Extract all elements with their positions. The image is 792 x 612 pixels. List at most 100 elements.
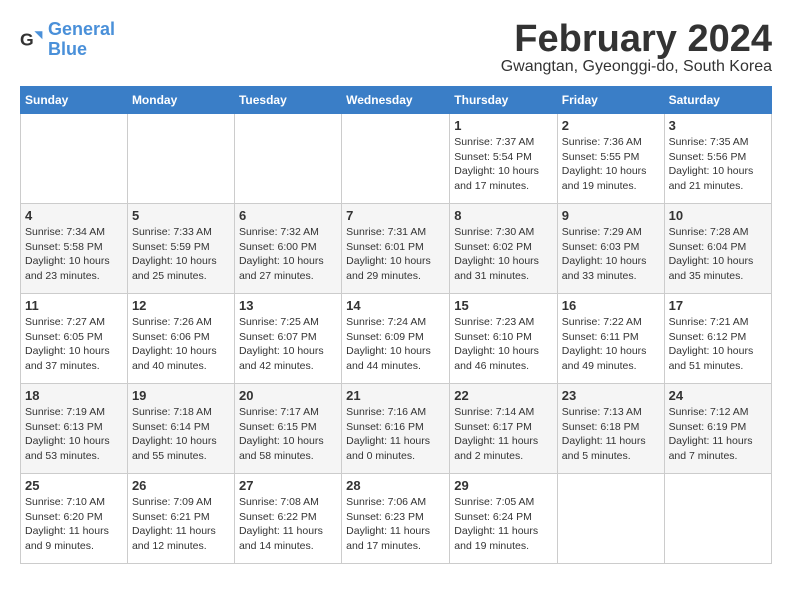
day-info: Sunrise: 7:25 AM Sunset: 6:07 PM Dayligh…: [239, 315, 337, 374]
day-info: Sunrise: 7:34 AM Sunset: 5:58 PM Dayligh…: [25, 225, 123, 284]
day-info: Sunrise: 7:28 AM Sunset: 6:04 PM Dayligh…: [669, 225, 767, 284]
day-number: 24: [669, 388, 767, 403]
calendar-week-row: 4 Sunrise: 7:34 AM Sunset: 5:58 PM Daylig…: [21, 204, 772, 294]
day-number: 25: [25, 478, 123, 493]
day-number: 2: [562, 118, 660, 133]
weekday-header-tuesday: Tuesday: [234, 87, 341, 114]
day-number: 26: [132, 478, 230, 493]
day-info: Sunrise: 7:13 AM Sunset: 6:18 PM Dayligh…: [562, 405, 660, 464]
day-number: 7: [346, 208, 445, 223]
logo: G General Blue: [20, 20, 115, 60]
weekday-header-friday: Friday: [557, 87, 664, 114]
day-info: Sunrise: 7:27 AM Sunset: 6:05 PM Dayligh…: [25, 315, 123, 374]
calendar-cell: 9 Sunrise: 7:29 AM Sunset: 6:03 PM Daylig…: [557, 204, 664, 294]
month-year-title: February 2024: [501, 20, 772, 58]
day-info: Sunrise: 7:05 AM Sunset: 6:24 PM Dayligh…: [454, 495, 553, 554]
calendar-cell: 15 Sunrise: 7:23 AM Sunset: 6:10 PM Dayli…: [450, 294, 558, 384]
day-number: 28: [346, 478, 445, 493]
day-number: 18: [25, 388, 123, 403]
day-info: Sunrise: 7:24 AM Sunset: 6:09 PM Dayligh…: [346, 315, 445, 374]
day-number: 19: [132, 388, 230, 403]
logo-blue: Blue: [48, 39, 87, 59]
calendar-cell: 5 Sunrise: 7:33 AM Sunset: 5:59 PM Daylig…: [127, 204, 234, 294]
weekday-header-monday: Monday: [127, 87, 234, 114]
day-info: Sunrise: 7:37 AM Sunset: 5:54 PM Dayligh…: [454, 135, 553, 194]
logo-icon: G: [20, 28, 44, 52]
calendar-cell: 16Sunrise: 7:22 AM Sunset: 6:11 PM Dayli…: [557, 294, 664, 384]
day-info: Sunrise: 7:18 AM Sunset: 6:14 PM Dayligh…: [132, 405, 230, 464]
day-info: Sunrise: 7:09 AM Sunset: 6:21 PM Dayligh…: [132, 495, 230, 554]
day-number: 8: [454, 208, 553, 223]
calendar-cell: 29 Sunrise: 7:05 AM Sunset: 6:24 PM Dayli…: [450, 474, 558, 564]
calendar-cell: 18Sunrise: 7:19 AM Sunset: 6:13 PM Dayli…: [21, 384, 128, 474]
calendar-cell: 12Sunrise: 7:26 AM Sunset: 6:06 PM Dayli…: [127, 294, 234, 384]
weekday-header-wednesday: Wednesday: [342, 87, 450, 114]
day-number: 4: [25, 208, 123, 223]
calendar-cell: [664, 474, 771, 564]
calendar-cell: 10 Sunrise: 7:28 AM Sunset: 6:04 PM Dayli…: [664, 204, 771, 294]
day-number: 10: [669, 208, 767, 223]
calendar-cell: 26 Sunrise: 7:09 AM Sunset: 6:21 PM Dayli…: [127, 474, 234, 564]
calendar-cell: [127, 114, 234, 204]
weekday-header-row: SundayMondayTuesdayWednesdayThursdayFrid…: [21, 87, 772, 114]
calendar-cell: 28 Sunrise: 7:06 AM Sunset: 6:23 PM Dayli…: [342, 474, 450, 564]
day-number: 3: [669, 118, 767, 133]
logo-general: General: [48, 19, 115, 39]
day-number: 20: [239, 388, 337, 403]
day-info: Sunrise: 7:10 AM Sunset: 6:20 PM Dayligh…: [25, 495, 123, 554]
day-number: 23: [562, 388, 660, 403]
day-number: 15: [454, 298, 553, 313]
day-info: Sunrise: 7:36 AM Sunset: 5:55 PM Dayligh…: [562, 135, 660, 194]
day-info: Sunrise: 7:16 AM Sunset: 6:16 PM Dayligh…: [346, 405, 445, 464]
calendar-cell: [234, 114, 341, 204]
calendar-cell: [557, 474, 664, 564]
calendar-cell: 25 Sunrise: 7:10 AM Sunset: 6:20 PM Dayli…: [21, 474, 128, 564]
day-number: 12: [132, 298, 230, 313]
day-number: 22: [454, 388, 553, 403]
calendar-week-row: 25 Sunrise: 7:10 AM Sunset: 6:20 PM Dayli…: [21, 474, 772, 564]
calendar-week-row: 18Sunrise: 7:19 AM Sunset: 6:13 PM Dayli…: [21, 384, 772, 474]
day-info: Sunrise: 7:30 AM Sunset: 6:02 PM Dayligh…: [454, 225, 553, 284]
calendar-cell: 17Sunrise: 7:21 AM Sunset: 6:12 PM Dayli…: [664, 294, 771, 384]
day-info: Sunrise: 7:31 AM Sunset: 6:01 PM Dayligh…: [346, 225, 445, 284]
day-info: Sunrise: 7:33 AM Sunset: 5:59 PM Dayligh…: [132, 225, 230, 284]
weekday-header-thursday: Thursday: [450, 87, 558, 114]
svg-text:G: G: [20, 29, 34, 49]
day-number: 21: [346, 388, 445, 403]
calendar-table: SundayMondayTuesdayWednesdayThursdayFrid…: [20, 86, 772, 564]
calendar-cell: 22 Sunrise: 7:14 AM Sunset: 6:17 PM Dayli…: [450, 384, 558, 474]
calendar-week-row: 1Sunrise: 7:37 AM Sunset: 5:54 PM Daylig…: [21, 114, 772, 204]
calendar-cell: [342, 114, 450, 204]
calendar-cell: 1Sunrise: 7:37 AM Sunset: 5:54 PM Daylig…: [450, 114, 558, 204]
day-info: Sunrise: 7:14 AM Sunset: 6:17 PM Dayligh…: [454, 405, 553, 464]
day-number: 9: [562, 208, 660, 223]
day-info: Sunrise: 7:35 AM Sunset: 5:56 PM Dayligh…: [669, 135, 767, 194]
day-info: Sunrise: 7:22 AM Sunset: 6:11 PM Dayligh…: [562, 315, 660, 374]
day-number: 11: [25, 298, 123, 313]
day-number: 13: [239, 298, 337, 313]
calendar-cell: 20 Sunrise: 7:17 AM Sunset: 6:15 PM Dayli…: [234, 384, 341, 474]
day-info: Sunrise: 7:06 AM Sunset: 6:23 PM Dayligh…: [346, 495, 445, 554]
logo-text: General Blue: [48, 20, 115, 60]
day-info: Sunrise: 7:17 AM Sunset: 6:15 PM Dayligh…: [239, 405, 337, 464]
day-number: 6: [239, 208, 337, 223]
calendar-cell: 14 Sunrise: 7:24 AM Sunset: 6:09 PM Dayli…: [342, 294, 450, 384]
calendar-cell: 27Sunrise: 7:08 AM Sunset: 6:22 PM Dayli…: [234, 474, 341, 564]
page-header: G General Blue February 2024 Gwangtan, G…: [20, 20, 772, 76]
day-number: 29: [454, 478, 553, 493]
day-number: 14: [346, 298, 445, 313]
calendar-cell: 2 Sunrise: 7:36 AM Sunset: 5:55 PM Daylig…: [557, 114, 664, 204]
weekday-header-sunday: Sunday: [21, 87, 128, 114]
calendar-cell: 21 Sunrise: 7:16 AM Sunset: 6:16 PM Dayli…: [342, 384, 450, 474]
calendar-week-row: 11 Sunrise: 7:27 AM Sunset: 6:05 PM Dayli…: [21, 294, 772, 384]
calendar-cell: [21, 114, 128, 204]
calendar-cell: 7 Sunrise: 7:31 AM Sunset: 6:01 PM Daylig…: [342, 204, 450, 294]
day-info: Sunrise: 7:29 AM Sunset: 6:03 PM Dayligh…: [562, 225, 660, 284]
day-number: 5: [132, 208, 230, 223]
day-info: Sunrise: 7:21 AM Sunset: 6:12 PM Dayligh…: [669, 315, 767, 374]
calendar-cell: 13 Sunrise: 7:25 AM Sunset: 6:07 PM Dayli…: [234, 294, 341, 384]
weekday-header-saturday: Saturday: [664, 87, 771, 114]
day-info: Sunrise: 7:08 AM Sunset: 6:22 PM Dayligh…: [239, 495, 337, 554]
day-info: Sunrise: 7:23 AM Sunset: 6:10 PM Dayligh…: [454, 315, 553, 374]
title-section: February 2024 Gwangtan, Gyeonggi-do, Sou…: [501, 20, 772, 76]
